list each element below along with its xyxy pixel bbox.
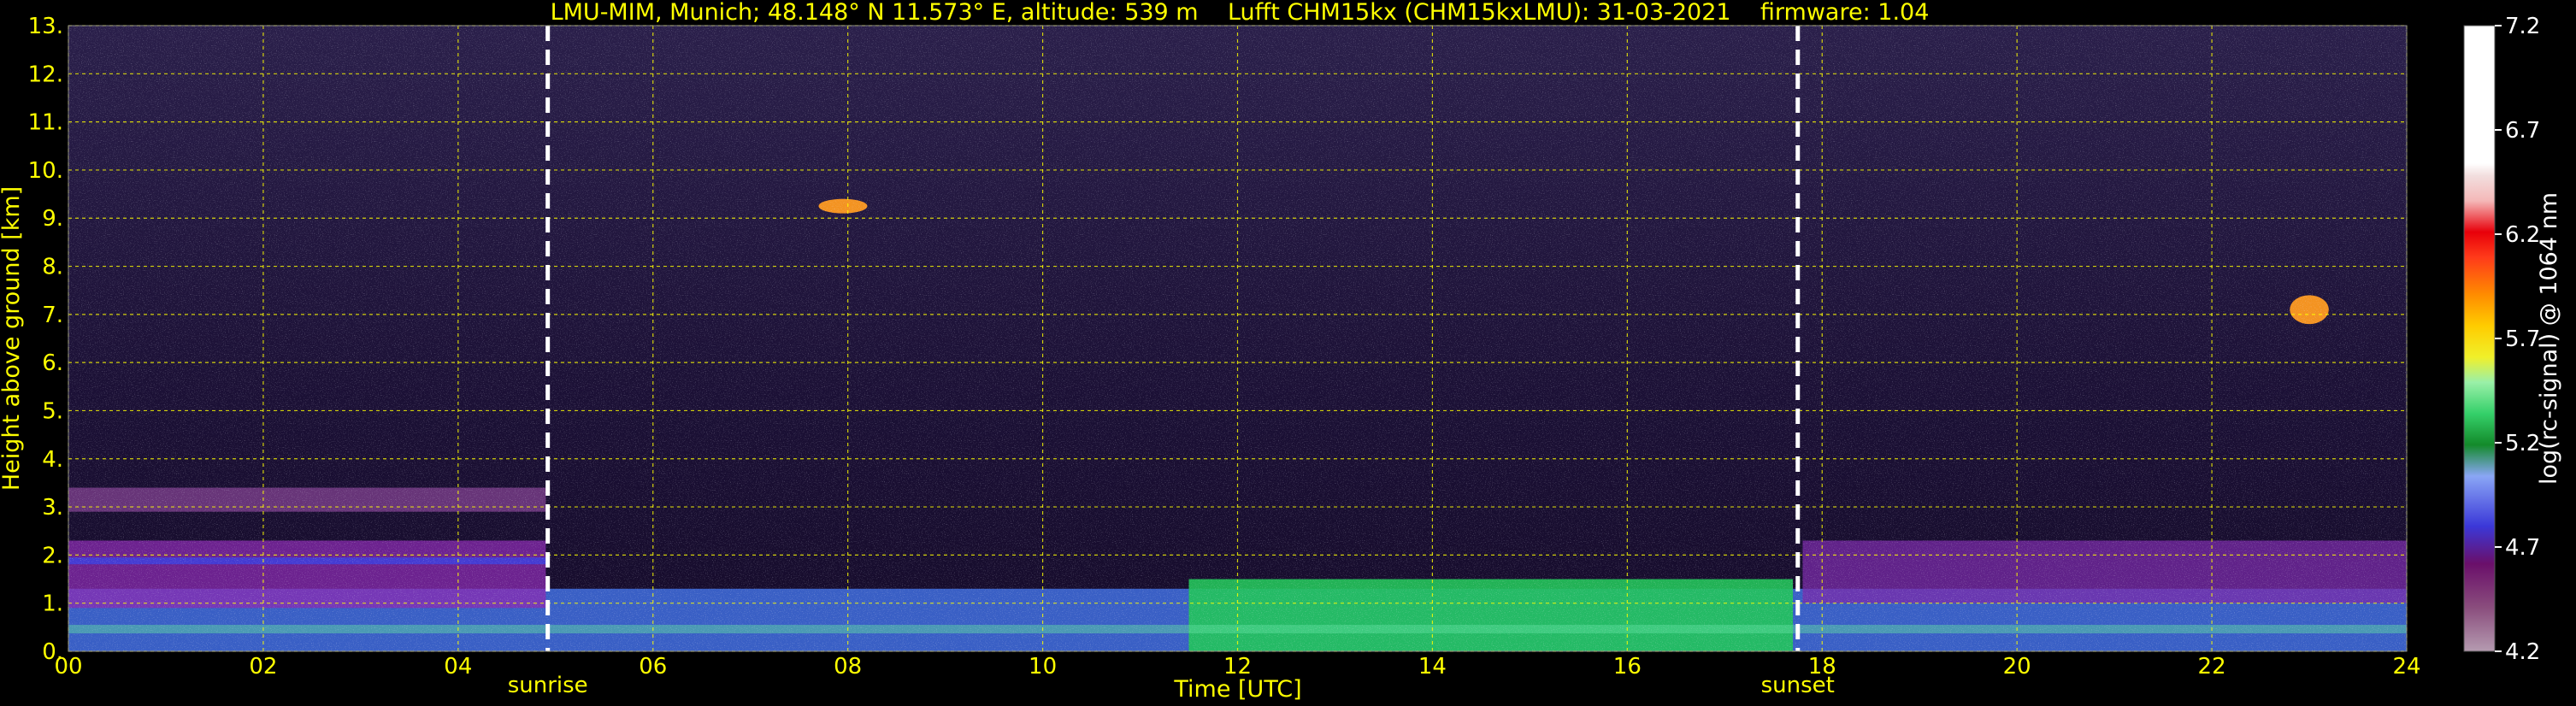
y-tick-label: 7. [42, 303, 63, 328]
y-tick-labels: 0. 1. 2. 3. 4. 5. 6. 7. 8. 9. 10. 11. 12. 13. [28, 14, 63, 665]
y-tick-label: 9. [42, 206, 63, 232]
x-tick-label: 08 [834, 654, 862, 680]
x-tick-label: 06 [639, 654, 667, 680]
y-tick-label: 0. [42, 639, 63, 665]
y-tick-label: 12. [28, 62, 63, 87]
colorbar-gradient [2463, 25, 2496, 652]
colorbar-tick-label: 6.7 [2505, 118, 2540, 144]
y-tick-label: 8. [42, 255, 63, 280]
y-tick-label: 4. [42, 447, 63, 473]
colorbar-tick-labels: 7.26.76.25.75.24.74.2 [2495, 14, 2540, 665]
x-tick-label: 04 [444, 654, 472, 680]
x-tick-label: 16 [1613, 654, 1642, 680]
colorbar-tick-label: 4.2 [2505, 639, 2540, 665]
y-tick-label: 1. [42, 591, 63, 617]
y-tick-label: 2. [42, 543, 63, 568]
y-tick-label: 13. [28, 14, 63, 39]
y-tick-label: 5. [42, 398, 63, 424]
x-tick-label: 22 [2198, 654, 2226, 680]
x-tick-label: 02 [249, 654, 277, 680]
sunset-label: sunset [1761, 673, 1835, 698]
x-axis-label: Time [UTC] [1173, 676, 1301, 703]
ceilometer-chart: 00 02 04 06 08 10 12 14 16 18 20 22 24 0.1.2.3.4.5.6… [0, 0, 2562, 703]
y-axis-label: Height above ground [km] [0, 186, 25, 491]
y-tick-label: 11. [28, 110, 63, 136]
colorbar-tick-label: 4.7 [2505, 535, 2540, 561]
colorbar-label: log(rc-signal) @ 1064 nm [2536, 192, 2562, 485]
plot-area [68, 26, 2407, 651]
y-tick-label: 6. [42, 350, 63, 376]
noise-overlay [68, 26, 2407, 651]
x-tick-label: 10 [1029, 654, 1057, 680]
chart-title: LMU-MIM, Munich; 48.148° N 11.573° E, al… [551, 0, 1930, 26]
sunrise-label: sunrise [508, 673, 588, 698]
x-tick-label: 24 [2392, 654, 2420, 680]
x-tick-label: 20 [2003, 654, 2031, 680]
x-tick-label: 14 [1418, 654, 1447, 680]
colorbar: 7.26.76.25.75.24.74.2 log(rc-signal) @ 1… [2463, 14, 2562, 665]
colorbar-tick-label: 7.2 [2505, 14, 2540, 39]
y-tick-label: 10. [28, 158, 63, 184]
y-tick-label: 3. [42, 495, 63, 521]
